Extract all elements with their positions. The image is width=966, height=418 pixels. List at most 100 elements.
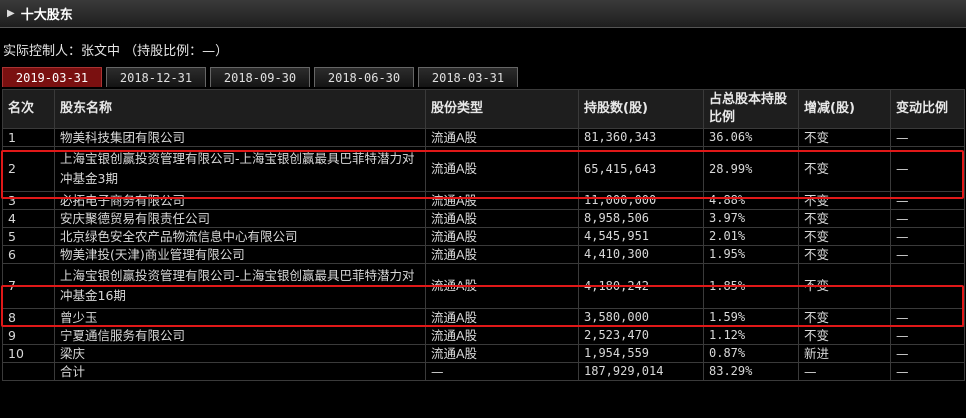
total-ratio-cell: 83.29% [703,362,799,381]
rank-cell: 1 [2,128,55,147]
tab-2019-03-31[interactable]: 2019-03-31 [2,67,102,87]
rank-cell: 8 [2,308,55,327]
col-type-header[interactable]: 股份类型 [425,89,579,129]
shareholder-name-cell: 梁庆 [54,344,426,363]
section-title: 十大股东 [20,8,73,23]
share-type-cell: 流通A股 [425,263,579,309]
shareholder-name-cell: 上海宝银创赢投资管理有限公司-上海宝银创赢最具巴菲特潜力对冲基金16期 [54,263,426,309]
section-header[interactable]: ▶ 十大股东 [0,0,966,28]
shares-cell: 1,954,559 [578,344,704,363]
ratio-cell: 1.12% [703,326,799,345]
share-type-cell: 流通A股 [425,209,579,228]
tab-2018-06-30[interactable]: 2018-06-30 [314,67,414,87]
ratio-cell: 3.97% [703,209,799,228]
col-name-header[interactable]: 股东名称 [54,89,426,129]
shares-cell: 3,580,000 [578,308,704,327]
shareholder-name-cell: 必拓电子商务有限公司 [54,191,426,210]
change-cell: 不变 [798,326,891,345]
change-ratio-cell: — [890,146,965,192]
ratio-cell: 36.06% [703,128,799,147]
rank-cell: 2 [2,146,55,192]
rank-cell: 5 [2,227,55,246]
shares-cell: 8,958,506 [578,209,704,228]
expand-triangle-icon[interactable]: ▶ [7,8,15,19]
shares-cell: 11,000,000 [578,191,704,210]
share-type-cell: 流通A股 [425,146,579,192]
change-cell: 新进 [798,344,891,363]
shareholder-name-cell: 曾少玉 [54,308,426,327]
share-type-cell: 流通A股 [425,326,579,345]
change-ratio-cell: — [890,308,965,327]
change-cell: 不变 [798,263,891,309]
change-cell: 不变 [798,146,891,192]
table-row[interactable]: 8 曾少玉 流通A股 3,580,000 1.59% 不变 — [2,308,965,327]
total-row: 合计 —187,929,014 83.29% — — [2,362,965,381]
shares-cell: 4,545,951 [578,227,704,246]
table-row[interactable]: 2 上海宝银创赢投资管理有限公司-上海宝银创赢最具巴菲特潜力对冲基金3期 流通A股 6… [2,146,965,192]
rank-cell: 9 [2,326,55,345]
rank-cell: 4 [2,209,55,228]
change-ratio-cell: — [890,209,965,228]
top-shareholders-table: 名次 股东名称 股份类型 持股数(股) 占总股本持股比例 增减(股) 变动比例 … [2,89,965,381]
col-ratio-header[interactable]: 占总股本持股比例 [703,89,799,129]
shares-cell: 4,410,300 [578,245,704,264]
tab-2018-12-31[interactable]: 2018-12-31 [106,67,206,87]
change-ratio-cell: — [890,128,965,147]
change-cell: 不变 [798,128,891,147]
rank-cell: 10 [2,344,55,363]
shares-cell: 65,415,643 [578,146,704,192]
change-cell: 不变 [798,245,891,264]
share-type-cell: 流通A股 [425,191,579,210]
ratio-cell: 1.95% [703,245,799,264]
change-ratio-cell: — [890,227,965,246]
table-header-row: 名次 股东名称 股份类型 持股数(股) 占总股本持股比例 增减(股) 变动比例 [2,89,965,129]
change-ratio-cell: — [890,263,965,309]
change-cell: 不变 [798,308,891,327]
ratio-cell: 1.85% [703,263,799,309]
ratio-cell: 28.99% [703,146,799,192]
change-ratio-cell: — [890,344,965,363]
change-cell: 不变 [798,191,891,210]
change-ratio-cell: — [890,191,965,210]
col-rank-header[interactable]: 名次 [2,89,55,129]
total-rank-cell [2,362,55,381]
total-type-cell: — [425,362,579,381]
actual-controller-text: 实际控制人：张文中 （持股比例：—） [3,44,229,59]
col-change-header[interactable]: 增减(股) [798,89,891,129]
report-date-tabs: 2019-03-31 2018-12-31 2018-09-30 2018-06-30… [2,67,522,89]
shareholder-name-cell: 宁夏通信服务有限公司 [54,326,426,345]
table-row[interactable]: 10 梁庆 流通A股 1,954,559 0.87% 新进 — [2,344,965,363]
table-row[interactable]: 7 上海宝银创赢投资管理有限公司-上海宝银创赢最具巴菲特潜力对冲基金16期 流通A股… [2,263,965,309]
change-ratio-cell: — [890,245,965,264]
table-row[interactable]: 4 安庆聚德贸易有限责任公司 流通A股 8,958,506 3.97% 不变 — [2,209,965,228]
share-type-cell: 流通A股 [425,128,579,147]
col-shares-header[interactable]: 持股数(股) [578,89,704,129]
rank-cell: 3 [2,191,55,210]
ratio-cell: 2.01% [703,227,799,246]
share-type-cell: 流通A股 [425,227,579,246]
ratio-cell: 0.87% [703,344,799,363]
table-row[interactable]: 6 物美津投(天津)商业管理有限公司 流通A股 4,410,300 1.95% 不变 — [2,245,965,264]
shares-cell: 4,180,242 [578,263,704,309]
rank-cell: 6 [2,245,55,264]
rank-cell: 7 [2,263,55,309]
table-row[interactable]: 5 北京绿色安全农产品物流信息中心有限公司 流通A股 4,545,951 2.01% 不变… [2,227,965,246]
shares-cell: 2,523,470 [578,326,704,345]
share-type-cell: 流通A股 [425,245,579,264]
table-row[interactable]: 3 必拓电子商务有限公司 流通A股 11,000,000 4.88% 不变 — [2,191,965,210]
shareholder-name-cell: 上海宝银创赢投资管理有限公司-上海宝银创赢最具巴菲特潜力对冲基金3期 [54,146,426,192]
tab-2018-03-31[interactable]: 2018-03-31 [418,67,518,87]
share-type-cell: 流通A股 [425,344,579,363]
table-row[interactable]: 1 物美科技集团有限公司 流通A股 81,360,343 36.06% 不变 — [2,128,965,147]
change-ratio-cell: — [890,326,965,345]
col-change-ratio-header[interactable]: 变动比例 [890,89,965,129]
tab-2018-09-30[interactable]: 2018-09-30 [210,67,310,87]
total-change-cell: — [798,362,891,381]
change-cell: 不变 [798,209,891,228]
shareholder-name-cell: 北京绿色安全农产品物流信息中心有限公司 [54,227,426,246]
table-row[interactable]: 9 宁夏通信服务有限公司 流通A股 2,523,470 1.12% 不变 — [2,326,965,345]
shareholder-name-cell: 物美津投(天津)商业管理有限公司 [54,245,426,264]
shareholder-name-cell: 物美科技集团有限公司 [54,128,426,147]
change-cell: 不变 [798,227,891,246]
total-shares-cell: 187,929,014 [578,362,704,381]
